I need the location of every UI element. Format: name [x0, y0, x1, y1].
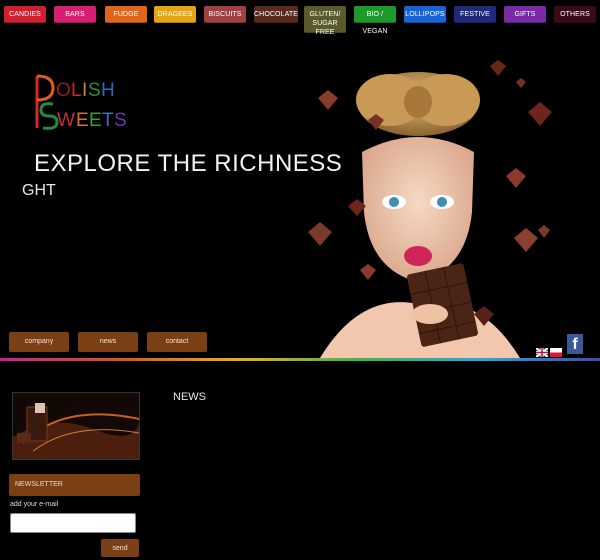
- nav-dragees[interactable]: DRAGEES: [154, 6, 196, 23]
- svg-text:H: H: [101, 80, 115, 101]
- nav-gifts[interactable]: GIFTS: [504, 6, 546, 23]
- hero-slogan-continued: GHT: [22, 182, 56, 199]
- svg-text:S: S: [88, 80, 101, 101]
- company-button[interactable]: company: [9, 332, 69, 352]
- contact-button[interactable]: contact: [147, 332, 207, 352]
- send-button[interactable]: send: [101, 539, 139, 557]
- svg-text:E: E: [89, 110, 102, 131]
- nav-biscuits[interactable]: BISCUITS: [204, 6, 246, 23]
- english-flag-icon[interactable]: [535, 344, 549, 358]
- polish-flag-icon[interactable]: [550, 344, 562, 357]
- nav-bars[interactable]: BARS: [54, 6, 96, 23]
- email-prompt-label: add your e-mail: [10, 501, 59, 508]
- svg-text:T: T: [102, 110, 114, 131]
- nav-candies[interactable]: CANDIES: [4, 6, 46, 23]
- nav-gluten-sugar-free[interactable]: GLUTEN/ SUGAR FREE: [304, 6, 346, 36]
- svg-text:O: O: [56, 80, 71, 101]
- svg-text:E: E: [76, 110, 89, 131]
- newsletter-email-input[interactable]: [10, 513, 136, 533]
- svg-text:S: S: [114, 110, 127, 131]
- nav-gluten-line2: SUGAR FREE: [312, 20, 338, 36]
- rainbow-divider: [0, 358, 600, 361]
- hero-banner: O L I S H W E E T S EXPLORE THE RICHNESS…: [0, 42, 600, 358]
- hero-woman-chocolate-image: [280, 42, 600, 358]
- nav-chocolate[interactable]: CHOCOLATE: [254, 6, 298, 23]
- category-nav: CANDIES BARS FUDGE DRAGEES BISCUITS CHOC…: [0, 0, 600, 40]
- nav-fudge[interactable]: FUDGE: [105, 6, 147, 23]
- facebook-icon[interactable]: f: [567, 334, 583, 354]
- sidebar-promo-banner[interactable]: [12, 392, 140, 460]
- nav-gluten-line1: GLUTEN/: [309, 11, 341, 18]
- svg-text:L: L: [71, 80, 82, 101]
- svg-text:I: I: [82, 80, 87, 101]
- nav-festive[interactable]: FESTIVE: [454, 6, 496, 23]
- news-button[interactable]: news: [78, 332, 138, 352]
- svg-text:W: W: [57, 110, 75, 131]
- nav-lollipops[interactable]: LOLLIPOPS: [404, 6, 446, 23]
- news-heading: NEWS: [173, 391, 206, 403]
- newsletter-header: NEWSLETTER: [9, 474, 140, 496]
- polish-sweets-logo[interactable]: O L I S H W E E T S: [31, 72, 131, 134]
- nav-bio-vegan[interactable]: BIO / VEGAN: [354, 6, 396, 35]
- nav-others[interactable]: OTHERS: [554, 6, 596, 23]
